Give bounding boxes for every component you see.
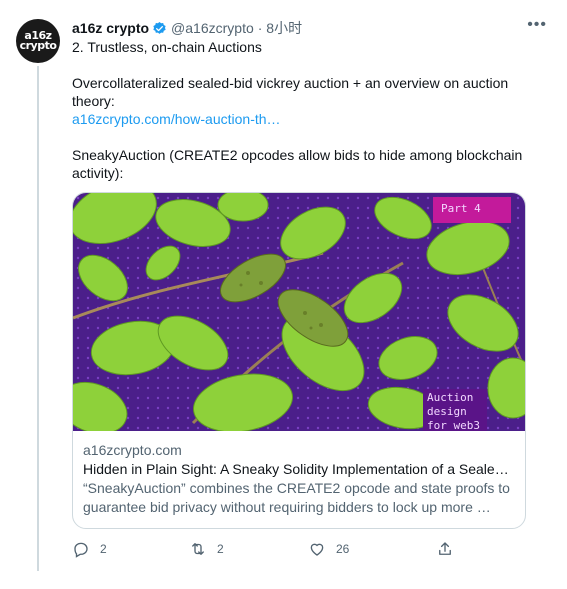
tweet-time[interactable]: · 8小时 — [258, 18, 302, 38]
badge-line-2: design — [427, 405, 467, 418]
reply-count: 2 — [100, 542, 107, 556]
retweet-icon — [192, 543, 204, 555]
auction-design-badge: Auction design for web3 — [423, 389, 487, 431]
tweet-line-1: 2. Trustless, on-chain Auctions — [72, 39, 262, 55]
tweet-line-2: Overcollateralized sealed-bid vickrey au… — [72, 75, 509, 109]
tweet-line-3: SneakyAuction (CREATE2 opcodes allow bid… — [72, 147, 523, 181]
part-badge: Part 4 — [433, 197, 511, 223]
retweet-count: 2 — [217, 542, 224, 556]
heart-icon — [310, 543, 324, 556]
retweet-button[interactable]: 2 — [189, 540, 224, 558]
author-name[interactable]: a16z crypto — [72, 20, 149, 36]
avatar[interactable]: a16z crypto — [16, 19, 60, 63]
link-card[interactable]: Part 4 Auction design for web3 a16zcrypt… — [72, 192, 526, 529]
reply-icon — [74, 542, 88, 558]
card-domain: a16zcrypto.com — [83, 442, 182, 458]
tweet-actions: 2 2 26 — [72, 540, 462, 560]
badge-line-3: for web3 — [427, 419, 480, 431]
card-title: Hidden in Plain Sight: A Sneaky Solidity… — [83, 461, 515, 477]
tweet-link[interactable]: a16zcrypto.com/how-auction-th… — [72, 110, 532, 128]
thread-line — [37, 66, 39, 571]
reply-button[interactable]: 2 — [72, 540, 107, 558]
avatar-text-bottom: crypto — [19, 39, 57, 52]
like-count: 26 — [336, 542, 350, 556]
more-icon[interactable]: ••• — [527, 16, 547, 34]
badge-line-1: Auction — [427, 391, 474, 404]
card-body[interactable]: a16zcrypto.com Hidden in Plain Sight: A … — [73, 431, 525, 517]
tweet-header: a16z crypto @a16zcrypto · 8小时 ••• — [72, 16, 547, 38]
author-handle[interactable]: @a16zcrypto — [171, 20, 254, 36]
verified-badge-icon — [153, 21, 166, 34]
share-button[interactable] — [436, 540, 454, 558]
card-description: “SneakyAuction” combines the CREATE2 opc… — [83, 480, 510, 515]
card-image[interactable]: Part 4 Auction design for web3 — [73, 193, 525, 431]
tweet-text: 2. Trustless, on-chain Auctions Overcoll… — [72, 38, 532, 182]
share-icon — [439, 542, 451, 555]
like-button[interactable]: 26 — [308, 540, 349, 558]
